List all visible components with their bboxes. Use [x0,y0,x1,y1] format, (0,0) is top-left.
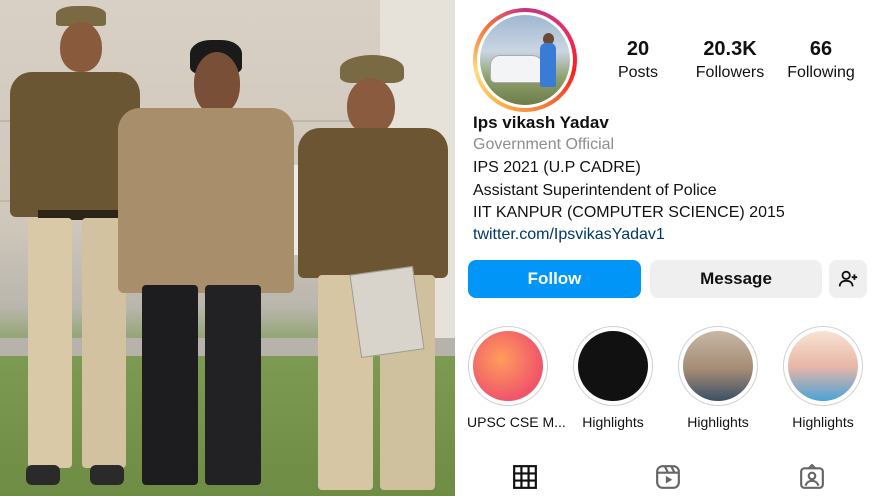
grid-icon [513,465,537,489]
follow-button[interactable]: Follow [468,260,641,298]
stat-following[interactable]: 66 Following [781,38,861,82]
highlight-label: Highlights [792,414,854,430]
profile-tabs [455,460,882,496]
highlight-label: UPSC CSE M... [467,414,566,430]
tab-grid[interactable] [512,464,538,490]
highlight-label: Highlights [687,414,749,430]
highlight-upsc[interactable]: UPSC CSE M... [467,326,566,430]
highlight-3[interactable]: Highlights [677,326,759,430]
following-count: 66 [809,38,833,60]
highlight-4[interactable]: Highlights [782,326,864,430]
profile-panel: 20 Posts 20.3K Followers 66 Following Ip… [455,0,882,496]
highlight-label: Highlights [582,414,644,430]
profile-name: Ips vikash Yadav [473,113,609,132]
car-shape [490,55,544,83]
profile-category: Government Official [473,136,615,153]
posts-count: 20 [626,38,650,60]
followers-label: Followers [695,64,765,81]
tab-reels[interactable] [655,464,681,490]
bio-line-1: IPS 2021 (U.P CADRE) [473,159,641,176]
posts-label: Posts [617,64,658,81]
profile-avatar[interactable] [473,8,577,112]
following-label: Following [787,64,855,81]
add-person-button[interactable] [829,260,867,298]
bio-line-2: Assistant Superintendent of Police [473,182,717,199]
add-person-icon [838,270,858,287]
followers-count: 20.3K [703,38,757,60]
reels-icon [656,465,680,489]
stat-posts[interactable]: 20 Posts [605,38,671,82]
tab-tagged[interactable] [799,463,825,490]
highlight-2[interactable]: Highlights [572,326,654,430]
stat-followers[interactable]: 20.3K Followers [687,38,773,82]
bio-line-3: IIT KANPUR (COMPUTER SCIENCE) 2015 [473,204,785,221]
message-button[interactable]: Message [650,260,822,298]
tagged-icon [800,463,824,489]
man-shape [540,43,556,87]
post-photo [0,0,455,496]
profile-link[interactable]: twitter.com/IpsvikasYadav1 [473,226,665,244]
